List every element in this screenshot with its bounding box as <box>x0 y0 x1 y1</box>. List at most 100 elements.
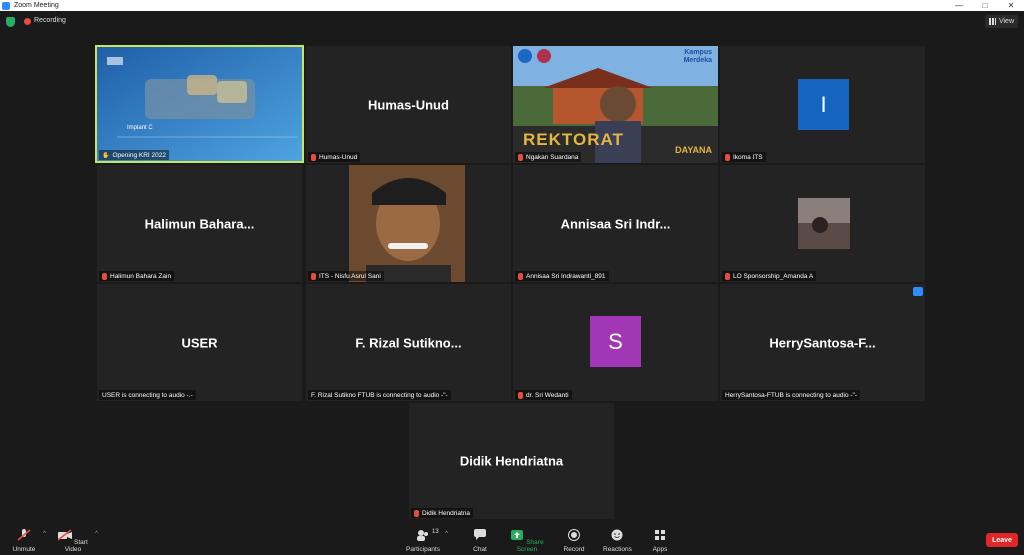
participant-big-name: Annisaa Sri Indr... <box>560 216 671 231</box>
participant-big-name: Humas-Unud <box>368 97 449 112</box>
chat-icon <box>474 529 486 540</box>
participant-video <box>349 165 465 282</box>
mic-muted-icon <box>518 153 523 161</box>
participant-name: LO Sponsorship_Amanda A <box>733 272 814 280</box>
window-titlebar: Zoom Meeting — □ ✕ <box>0 0 1024 11</box>
video-tile-annisaa[interactable]: Annisaa Sri Indr... Annisaa Sri Indrawan… <box>513 165 718 282</box>
participant-label: Ikoma ITS <box>722 152 766 162</box>
participant-name: Halimun Bahara Zain <box>110 272 172 280</box>
participant-label: Didik Hendriatna <box>411 508 474 518</box>
slide-thumbnail <box>97 47 302 161</box>
participant-label: HerrySantosa-FTUB is connecting to audio… <box>722 390 860 400</box>
tile-options-icon[interactable] <box>913 287 923 296</box>
avatar-initial: S <box>608 328 623 354</box>
video-tile-rizal[interactable]: F. Rizal Sutikno... F. Rizal Sutikno FTU… <box>306 284 511 401</box>
video-tile-ikoma-its[interactable]: I Ikoma ITS <box>720 46 925 163</box>
maximize-button[interactable]: □ <box>972 0 998 11</box>
recording-label: Recording <box>34 17 66 24</box>
video-tile-user[interactable]: USER USER is connecting to audio -.- <box>97 284 302 401</box>
close-button[interactable]: ✕ <box>998 0 1024 11</box>
window-title: Zoom Meeting <box>14 2 59 9</box>
mic-muted-icon <box>102 272 107 280</box>
participant-name: Opening KRI 2022 <box>112 151 166 159</box>
hand-icon: ✋ <box>102 152 110 159</box>
campus-text: Kampus Merdeka <box>683 49 712 64</box>
participant-big-name: Didik Hendriatna <box>459 453 564 469</box>
participant-label: Humas-Unud <box>308 152 361 162</box>
video-tile-sri-wedanti[interactable]: S dr. Sri Wedanti <box>513 284 718 401</box>
video-tile-halimun[interactable]: Halimun Bahara... Halimun Bahara Zain <box>97 165 302 282</box>
leave-button[interactable]: Leave <box>986 533 1018 547</box>
participant-label: Ngakan Suardana <box>515 152 582 162</box>
apps-icon <box>655 530 665 540</box>
participant-big-name: Halimun Bahara... <box>144 216 255 231</box>
window-controls: — □ ✕ <box>946 0 1024 11</box>
video-tile-lo-sponsorship[interactable]: LO Sponsorship_Amanda A <box>720 165 925 282</box>
reactions-icon <box>611 529 623 541</box>
mic-muted-icon <box>725 153 730 161</box>
unmute-button[interactable]: Unmute ^ <box>10 529 46 553</box>
participant-name: ITS - Nisfu Asrul Sani <box>319 272 381 280</box>
security-shield-icon[interactable] <box>6 17 15 27</box>
participant-label: LO Sponsorship_Amanda A <box>722 271 817 281</box>
participant-big-name: HerrySantosa-F... <box>769 335 876 350</box>
mic-muted-icon <box>518 391 523 399</box>
avatar-initial: I <box>820 91 827 117</box>
mic-muted-icon <box>311 272 316 280</box>
banner-text: REKTORAT <box>523 130 624 149</box>
share-screen-button[interactable]: Share Screen <box>507 529 547 553</box>
avatar: I <box>798 79 849 130</box>
participant-label: USER is connecting to audio -.- <box>99 390 196 400</box>
video-tile-humas-unud[interactable]: Humas-Unud Humas-Unud <box>306 46 511 163</box>
participants-button[interactable]: 13 Participants ^ <box>406 529 448 553</box>
video-tile-herry[interactable]: HerrySantosa-F... HerrySantosa-FTUB is c… <box>720 284 925 401</box>
mic-muted-icon <box>414 509 419 517</box>
video-tile-didik[interactable]: Didik Hendriatna Didik Hendriatna <box>409 403 614 519</box>
record-button[interactable]: Record <box>563 529 585 553</box>
apps-button[interactable]: Apps <box>650 529 670 553</box>
recording-dot-icon <box>24 18 31 25</box>
participant-name: Didik Hendriatna <box>422 509 471 517</box>
zoom-logo-icon <box>2 1 10 10</box>
apps-label: Apps <box>652 546 668 553</box>
share-screen-icon <box>511 530 524 540</box>
participant-label: Halimun Bahara Zain <box>99 271 175 281</box>
chat-button[interactable]: Chat <box>470 529 490 553</box>
start-video-button[interactable]: Start Video ^ <box>56 529 98 553</box>
mic-muted-icon <box>311 153 316 161</box>
reactions-label: Reactions <box>603 546 632 553</box>
record-label: Record <box>563 546 585 553</box>
video-tile-ngakan-suardana[interactable]: Kampus Merdeka REKTORAT DAYANA Ngakan Su… <box>513 46 718 163</box>
participant-name: Ikoma ITS <box>733 153 763 161</box>
start-video-label: Start Video <box>64 539 88 553</box>
slide-title: Implant C <box>127 125 153 131</box>
avatar-photo <box>798 198 850 249</box>
participants-icon <box>417 530 428 541</box>
participant-name: Humas-Unud <box>319 153 358 161</box>
mic-muted-icon <box>17 529 31 541</box>
participants-label: Participants <box>406 546 440 553</box>
record-icon <box>568 529 580 541</box>
avatar: S <box>590 316 641 367</box>
mic-muted-icon <box>518 272 523 280</box>
participant-name: USER is connecting to audio -.- <box>102 391 193 399</box>
video-tile-nisfu[interactable]: ITS - Nisfu Asrul Sani <box>306 165 511 282</box>
participant-big-name: F. Rizal Sutikno... <box>355 335 462 350</box>
participant-big-name: USER <box>181 335 218 350</box>
minimize-button[interactable]: — <box>946 0 972 11</box>
chat-label: Chat <box>473 546 487 553</box>
chevron-up-icon[interactable]: ^ <box>445 531 448 537</box>
participant-name: dr. Sri Wedanti <box>526 391 569 399</box>
unmute-label: Unmute <box>12 546 36 553</box>
view-button[interactable]: View <box>984 15 1018 28</box>
mic-muted-icon <box>725 272 730 280</box>
meeting-toolbar: Unmute ^ Start Video ^ 13 Participants ^… <box>0 525 1024 555</box>
chevron-up-icon[interactable]: ^ <box>95 531 98 537</box>
grid-view-icon <box>988 18 996 25</box>
reactions-button[interactable]: Reactions <box>603 529 632 553</box>
video-tile-opening-kri[interactable]: Implant C ✋ Opening KRI 2022 <box>95 45 304 163</box>
participants-count: 13 <box>432 529 439 535</box>
view-label: View <box>998 18 1014 25</box>
participant-name: Annisaa Sri Indrawanti_891 <box>526 272 606 280</box>
chevron-up-icon[interactable]: ^ <box>43 531 46 537</box>
